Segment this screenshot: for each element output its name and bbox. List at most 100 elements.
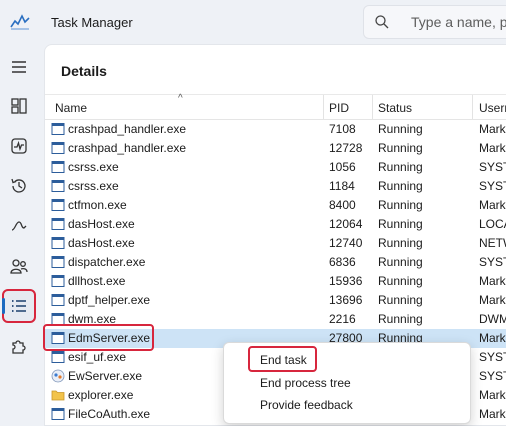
nav-processes[interactable] (6, 93, 32, 119)
table-row[interactable]: csrss.exe 1184 Running SYSTE (45, 177, 506, 196)
column-header-status[interactable]: Status (378, 101, 412, 115)
menu-item-end-task[interactable]: End task (260, 353, 307, 367)
history-icon (11, 178, 26, 193)
app-window-icon (51, 255, 65, 269)
page-title: Details (61, 63, 107, 79)
process-name: dptf_helper.exe (68, 293, 151, 307)
process-name: dllhost.exe (68, 274, 126, 288)
process-name: esif_uf.exe (68, 350, 127, 364)
nav-app-history[interactable] (6, 173, 32, 199)
app-window-icon (51, 141, 65, 155)
app-window-icon (51, 274, 65, 288)
process-status: Running (378, 122, 423, 136)
process-username: Mark (479, 407, 506, 421)
process-username: Mark (479, 274, 506, 288)
hamburger-icon (12, 61, 26, 73)
table-header: ^ Name PID Status Userna (45, 93, 506, 120)
process-username: SYSTE (479, 160, 506, 174)
task-manager-icon (10, 12, 30, 30)
process-username: SYSTE (479, 179, 506, 193)
process-name: csrss.exe (68, 179, 119, 193)
process-pid: 1056 (329, 160, 356, 174)
process-status: Running (378, 217, 423, 231)
process-status: Running (378, 255, 423, 269)
search-input[interactable]: Type a name, pu (363, 5, 506, 39)
process-name: explorer.exe (68, 388, 134, 402)
process-pid: 13696 (329, 293, 363, 307)
nav-details[interactable] (6, 293, 32, 319)
process-pid: 6836 (329, 255, 356, 269)
process-pid: 12728 (329, 141, 363, 155)
process-username: DWM (479, 312, 506, 326)
table-row[interactable]: dasHost.exe 12740 Running NETW (45, 234, 506, 253)
search-icon (374, 14, 390, 30)
column-divider[interactable] (323, 95, 324, 119)
performance-icon (11, 138, 27, 154)
column-header-name[interactable]: Name (55, 101, 87, 115)
menu-item-provide-feedback[interactable]: Provide feedback (260, 398, 353, 412)
nav-services[interactable] (6, 333, 32, 359)
process-name: FileCoAuth.exe (68, 407, 151, 421)
process-name: crashpad_handler.exe (68, 141, 187, 155)
process-name: csrss.exe (68, 160, 119, 174)
process-status: Running (378, 198, 423, 212)
table-row[interactable]: csrss.exe 1056 Running SYSTE (45, 158, 506, 177)
process-username: SYSTE (479, 350, 506, 364)
selection-indicator (2, 298, 5, 314)
table-row[interactable]: crashpad_handler.exe 7108 Running Mark (45, 120, 506, 139)
process-name: dasHost.exe (68, 217, 135, 231)
app-window-icon (51, 122, 65, 136)
app-window-icon (51, 179, 65, 193)
context-menu: End task End process tree Provide feedba… (223, 342, 471, 424)
process-name: dasHost.exe (68, 236, 135, 250)
table-row[interactable]: ctfmon.exe 8400 Running Mark (45, 196, 506, 215)
process-name: dispatcher.exe (68, 255, 146, 269)
title-bar: Task Manager Type a name, pu (0, 0, 506, 44)
process-username: Mark (479, 293, 506, 307)
column-divider[interactable] (372, 95, 373, 119)
process-username: Mark (479, 141, 506, 155)
process-username: Mark (479, 388, 506, 402)
table-row[interactable]: dasHost.exe 12064 Running LOCA (45, 215, 506, 234)
process-status: Running (378, 274, 423, 288)
column-divider[interactable] (472, 95, 473, 119)
startup-icon (11, 221, 27, 231)
table-row[interactable]: dllhost.exe 15936 Running Mark (45, 272, 506, 291)
app-window-icon (51, 350, 65, 364)
process-username: Mark (479, 122, 506, 136)
process-pid: 8400 (329, 198, 356, 212)
app-window-icon (51, 236, 65, 250)
search-placeholder: Type a name, pu (411, 14, 506, 30)
column-header-username[interactable]: Userna (479, 101, 506, 115)
column-header-pid[interactable]: PID (329, 101, 349, 115)
nav-startup-apps[interactable] (6, 213, 32, 239)
process-pid: 2216 (329, 312, 356, 326)
table-row[interactable]: crashpad_handler.exe 12728 Running Mark (45, 139, 506, 158)
app-window-icon (51, 160, 65, 174)
details-list-icon (12, 300, 26, 312)
process-status: Running (378, 293, 423, 307)
process-status: Running (378, 236, 423, 250)
app-window-icon (51, 293, 65, 307)
process-username: NETW (479, 236, 506, 250)
hamburger-menu-button[interactable] (6, 54, 32, 80)
process-pid: 12740 (329, 236, 363, 250)
process-pid: 1184 (329, 179, 355, 193)
nav-users[interactable] (6, 253, 32, 279)
process-name: EwServer.exe (68, 369, 143, 383)
folder-icon (51, 388, 65, 402)
onedrive-icon (51, 407, 65, 421)
table-row[interactable]: dispatcher.exe 6836 Running SYSTE (45, 253, 506, 272)
process-pid: 15936 (329, 274, 363, 288)
services-puzzle-icon (12, 340, 26, 354)
process-status: Running (378, 312, 423, 326)
processes-icon (11, 98, 27, 114)
ew-server-icon (51, 369, 65, 383)
process-username: Mark (479, 198, 506, 212)
nav-performance[interactable] (6, 133, 32, 159)
menu-item-end-process-tree[interactable]: End process tree (260, 376, 351, 390)
process-status: Running (378, 160, 423, 174)
sort-ascending-icon: ^ (178, 93, 183, 104)
process-status: Running (378, 141, 423, 155)
table-row[interactable]: dptf_helper.exe 13696 Running Mark (45, 291, 506, 310)
